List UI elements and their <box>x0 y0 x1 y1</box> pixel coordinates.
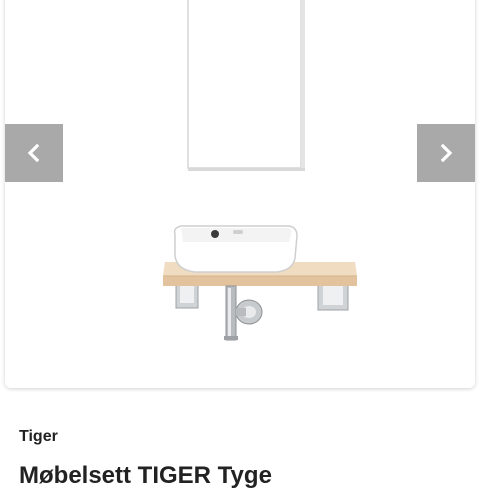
gallery-prev-button[interactable] <box>5 124 63 182</box>
product-title: Møbelsett TIGER Tyge <box>19 462 272 489</box>
chevron-left-icon <box>27 143 40 163</box>
siphon-pipe <box>224 285 263 341</box>
image-gallery <box>5 0 475 388</box>
mirror-image <box>187 0 305 171</box>
gallery-next-button[interactable] <box>417 124 475 182</box>
washbasin <box>173 225 298 273</box>
product-brand[interactable]: Tiger <box>19 428 58 446</box>
product-image <box>163 0 357 341</box>
chevron-right-icon <box>440 143 453 163</box>
